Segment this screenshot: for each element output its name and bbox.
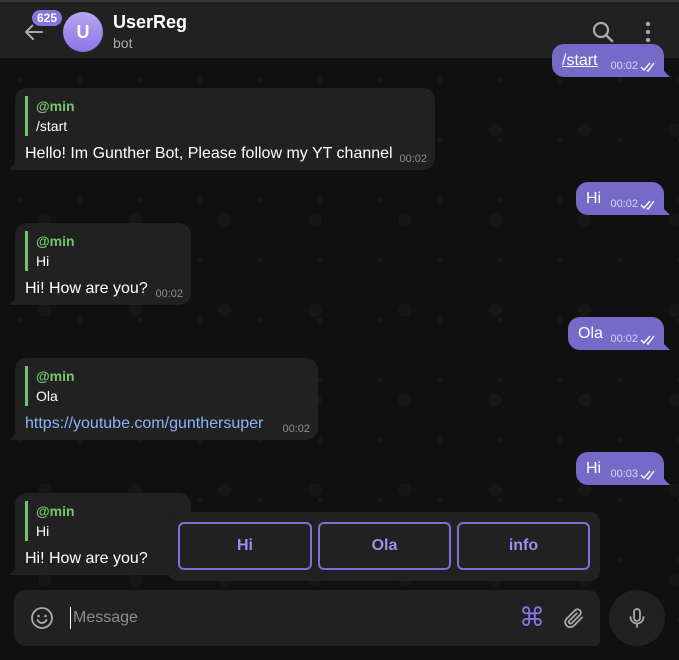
keyboard-button-ola[interactable]: Ola [318,522,451,570]
reply-quote[interactable]: @min Hi [25,231,181,271]
message-time: 00:02 [282,423,310,435]
double-check-icon [640,200,655,211]
message-outgoing[interactable]: Hi 00:02 [576,182,664,215]
reply-text: Ola [36,388,58,404]
reply-author: @min [36,503,75,519]
message-time: 00:02 [610,198,638,210]
reply-author: @min [36,233,75,249]
message-outgoing[interactable]: Ola 00:02 [568,317,664,350]
message-time: 00:03 [610,468,638,480]
youtube-link[interactable]: https://youtube.com/gunthersuper [25,414,308,434]
reply-text: Hi [36,253,50,269]
message-text[interactable]: /start [562,52,598,69]
chat-title[interactable]: UserReg [113,12,187,33]
message-text: Hi [586,460,602,477]
message-text: Hi! How are you? [25,550,148,567]
chat-status: bot [113,35,133,51]
more-options-button[interactable] [636,19,660,45]
reply-quote[interactable]: @min /start [25,96,425,136]
paperclip-icon [564,608,583,629]
message-outgoing[interactable]: /start 00:02 [552,44,664,77]
reply-author: @min [36,368,75,384]
message-composer: ⌘ [14,590,600,646]
reply-author: @min [36,98,75,114]
reply-quote[interactable]: @min Ola [25,366,308,406]
reply-text: /start [36,118,68,134]
message-outgoing[interactable]: Hi 00:03 [576,452,664,485]
microphone-icon [629,608,645,628]
message-text: Hello! Im Gunther Bot, Please follow my … [25,145,393,162]
message-time: 00:02 [155,288,183,300]
reply-quote[interactable]: @min Hi [25,501,181,541]
message-text: Hi [586,190,602,207]
more-vert-icon [645,21,651,43]
message-incoming[interactable]: @min Ola https://youtube.com/gunthersupe… [15,358,318,440]
double-check-icon [640,62,655,73]
attach-button[interactable] [562,606,586,630]
message-time: 00:02 [610,333,638,345]
command-icon: ⌘ [519,602,545,632]
search-button[interactable] [590,19,616,45]
voice-record-button[interactable] [609,590,665,646]
keyboard-button-info[interactable]: info [457,522,590,570]
message-input[interactable] [70,607,493,629]
unread-count-badge: 625 [30,8,64,28]
message-text: Ola [578,325,603,342]
message-time: 00:02 [610,60,638,72]
message-incoming[interactable]: @min Hi Hi! How are you? 00 [15,493,191,575]
reply-keyboard: Hi Ola info [168,512,600,581]
reply-text: Hi [36,523,50,539]
message-incoming[interactable]: @min /start Hello! Im Gunther Bot, Pleas… [15,88,435,170]
double-check-icon [640,470,655,481]
message-incoming[interactable]: @min Hi Hi! How are you? 00:02 [15,223,191,305]
double-check-icon [640,335,655,346]
keyboard-button-hi[interactable]: Hi [178,522,312,570]
message-time: 00:02 [399,153,427,165]
bot-commands-button[interactable]: ⌘ [519,604,545,630]
smile-icon [31,607,53,629]
emoji-button[interactable] [30,606,54,630]
avatar[interactable]: U [63,12,103,52]
search-icon [592,21,614,43]
